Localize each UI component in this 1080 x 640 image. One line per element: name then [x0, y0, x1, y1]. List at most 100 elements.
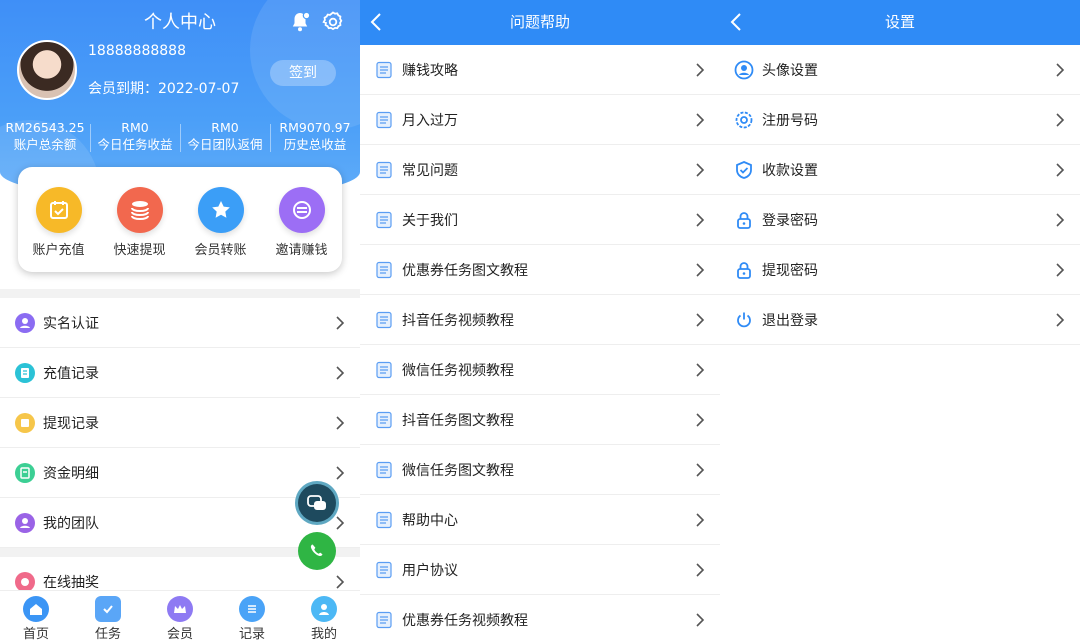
bottom-tab-bar: 首页 任务 会员 记录 我的 — [0, 590, 360, 640]
help-item[interactable]: 关于我们 — [360, 195, 720, 245]
home-icon — [23, 596, 49, 622]
avatar-icon — [734, 60, 754, 80]
help-item[interactable]: 抖音任务图文教程 — [360, 395, 720, 445]
chevron-right-icon — [1056, 313, 1065, 327]
help-item[interactable]: 微信任务视频教程 — [360, 345, 720, 395]
customer-service-button[interactable] — [298, 484, 336, 522]
tab-label: 任务 — [94, 627, 121, 640]
quick-actions-card: 账户充值 快速提现 会员转账 邀请赚钱 — [18, 167, 342, 272]
chevron-right-icon — [696, 463, 705, 477]
chevron-right-icon — [336, 516, 345, 530]
help-item-label: 优惠券任务图文教程 — [402, 262, 528, 279]
settings-list: 头像设置注册号码收款设置登录密码提现密码退出登录 — [720, 45, 1080, 345]
help-item-label: 抖音任务图文教程 — [402, 412, 514, 429]
signin-button[interactable]: 签到 — [270, 60, 336, 86]
stat-today-task: RM0 今日任务收益 — [90, 120, 180, 154]
help-item[interactable]: 优惠券任务视频教程 — [360, 595, 720, 640]
chevron-right-icon — [1056, 163, 1065, 177]
lottery-icon — [15, 571, 35, 592]
lock-icon — [734, 210, 754, 230]
tab-records[interactable]: 记录 — [216, 591, 288, 640]
stat-value: RM0 — [121, 120, 149, 135]
settings-item-label: 退出登录 — [762, 312, 818, 329]
note-icon — [15, 412, 35, 433]
star-icon — [197, 187, 244, 233]
tab-mine[interactable]: 我的 — [288, 591, 360, 640]
help-item[interactable]: 月入过万 — [360, 95, 720, 145]
receipt-icon — [15, 362, 35, 383]
tab-label: 首页 — [22, 627, 49, 640]
help-item-label: 微信任务视频教程 — [402, 362, 514, 379]
tab-home[interactable]: 首页 — [0, 591, 72, 640]
user-icon — [15, 312, 35, 333]
quick-action-label: 快速提现 — [113, 243, 166, 258]
help-item[interactable]: 优惠券任务图文教程 — [360, 245, 720, 295]
ledger-icon — [15, 462, 35, 483]
profile-screen: 个人中心 18888888888 会员到期：2022-07-07 签到 RM26… — [0, 0, 360, 640]
help-item[interactable]: 抖音任务视频教程 — [360, 295, 720, 345]
chevron-right-icon — [1056, 263, 1065, 277]
chevron-right-icon — [696, 263, 705, 277]
menu-item-verify[interactable]: 实名认证 — [0, 298, 360, 348]
settings-item[interactable]: 退出登录 — [720, 295, 1080, 345]
quick-invite-button[interactable]: 邀请赚钱 — [266, 187, 338, 258]
chevron-right-icon — [1056, 113, 1065, 127]
list-icon — [239, 596, 265, 622]
document-icon — [374, 110, 394, 130]
whatsapp-button[interactable] — [298, 532, 336, 570]
profile-icon — [311, 596, 337, 622]
help-item[interactable]: 帮助中心 — [360, 495, 720, 545]
tab-label: 我的 — [310, 627, 337, 640]
stat-value: RM0 — [211, 120, 239, 135]
quick-transfer-button[interactable]: 会员转账 — [185, 187, 257, 258]
settings-item[interactable]: 头像设置 — [720, 45, 1080, 95]
settings-item-label: 提现密码 — [762, 262, 818, 279]
stat-today-team: RM0 今日团队返佣 — [180, 120, 270, 154]
bell-icon[interactable] — [288, 10, 312, 34]
tab-member[interactable]: 会员 — [144, 591, 216, 640]
stat-value: RM26543.25 — [5, 120, 85, 135]
settings-item[interactable]: 登录密码 — [720, 195, 1080, 245]
quick-recharge-button[interactable]: 账户充值 — [23, 187, 95, 258]
page-title: 设置 — [884, 13, 915, 31]
document-icon — [374, 210, 394, 230]
help-item-label: 关于我们 — [402, 212, 458, 229]
menu-item-label: 提现记录 — [43, 415, 99, 432]
help-item[interactable]: 用户协议 — [360, 545, 720, 595]
chevron-right-icon — [336, 575, 345, 589]
member-expiry: 会员到期：2022-07-07 — [88, 81, 240, 97]
chevron-right-icon — [1056, 63, 1065, 77]
settings-screen: 设置 头像设置注册号码收款设置登录密码提现密码退出登录 — [720, 0, 1080, 640]
menu-item-recharge-records[interactable]: 充值记录 — [0, 348, 360, 398]
tab-tasks[interactable]: 任务 — [72, 591, 144, 640]
chevron-right-icon — [696, 113, 705, 127]
help-item-label: 微信任务图文教程 — [402, 462, 514, 479]
chevron-right-icon — [696, 213, 705, 227]
quick-withdraw-button[interactable]: 快速提现 — [104, 187, 176, 258]
chevron-right-icon — [336, 316, 345, 330]
document-icon — [374, 410, 394, 430]
crown-icon — [167, 596, 193, 622]
chevron-right-icon — [696, 63, 705, 77]
document-icon — [374, 610, 394, 630]
quick-action-label: 会员转账 — [194, 243, 247, 258]
chevron-right-icon — [696, 563, 705, 577]
share-icon — [278, 187, 325, 233]
chat-icon — [307, 495, 326, 510]
quick-action-label: 账户充值 — [32, 243, 85, 258]
settings-item-label: 收款设置 — [762, 162, 818, 179]
document-icon — [374, 160, 394, 180]
help-item[interactable]: 赚钱攻略 — [360, 45, 720, 95]
chevron-right-icon — [336, 416, 345, 430]
stat-value: RM9070.97 — [279, 120, 351, 135]
gear-icon[interactable] — [321, 10, 345, 34]
help-item[interactable]: 微信任务图文教程 — [360, 445, 720, 495]
settings-item[interactable]: 收款设置 — [720, 145, 1080, 195]
help-item[interactable]: 常见问题 — [360, 145, 720, 195]
avatar[interactable] — [17, 40, 77, 100]
settings-item[interactable]: 提现密码 — [720, 245, 1080, 295]
quick-action-label: 邀请赚钱 — [275, 243, 328, 258]
menu-item-withdraw-records[interactable]: 提现记录 — [0, 398, 360, 448]
settings-item-label: 注册号码 — [762, 112, 818, 129]
settings-item[interactable]: 注册号码 — [720, 95, 1080, 145]
